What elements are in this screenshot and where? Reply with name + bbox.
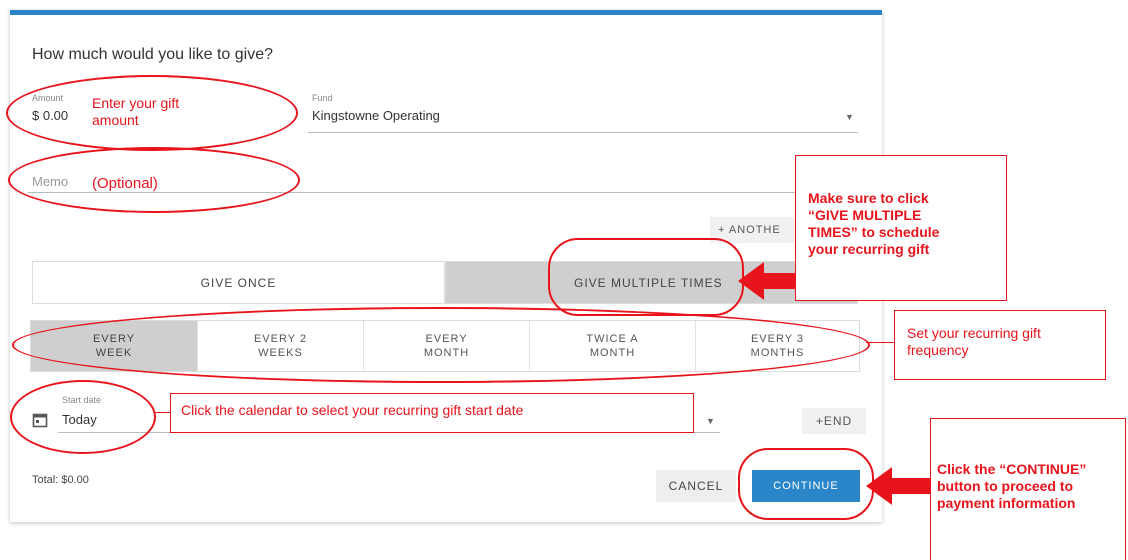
arrow-left-icon (866, 467, 930, 505)
fund-label: Fund (312, 93, 333, 103)
arrow-left-icon (738, 262, 798, 300)
calendar-connector (154, 412, 170, 413)
calendar-highlight (10, 380, 156, 454)
frequency-connector (866, 342, 894, 343)
fund-underline (308, 132, 858, 133)
cancel-button[interactable]: CANCEL (656, 470, 736, 502)
memo-highlight (8, 147, 300, 213)
frequency-highlight (12, 307, 870, 383)
give-multiple-highlight (548, 238, 744, 316)
total-text: Total: $0.00 (32, 474, 89, 486)
fund-select[interactable]: Kingstowne Operating (312, 108, 440, 123)
calendar-callout: Click the calendar to select your recurr… (170, 393, 694, 433)
form-title: How much would you like to give? (32, 46, 274, 63)
frequency-callout: Set your recurring gift frequency (894, 310, 1106, 380)
give-once-button[interactable]: GIVE ONCE (32, 261, 445, 304)
continue-highlight (738, 448, 874, 520)
continue-callout: Click the “CONTINUE” button to proceed t… (930, 418, 1126, 560)
chevron-down-icon[interactable]: ▼ (845, 112, 854, 122)
amount-highlight (6, 75, 298, 151)
chevron-down-icon[interactable]: ▼ (706, 416, 715, 426)
add-end-date-button[interactable]: +END (802, 408, 866, 434)
give-multiple-callout: Make sure to click “GIVE MULTIPLE TIMES”… (795, 155, 1007, 301)
